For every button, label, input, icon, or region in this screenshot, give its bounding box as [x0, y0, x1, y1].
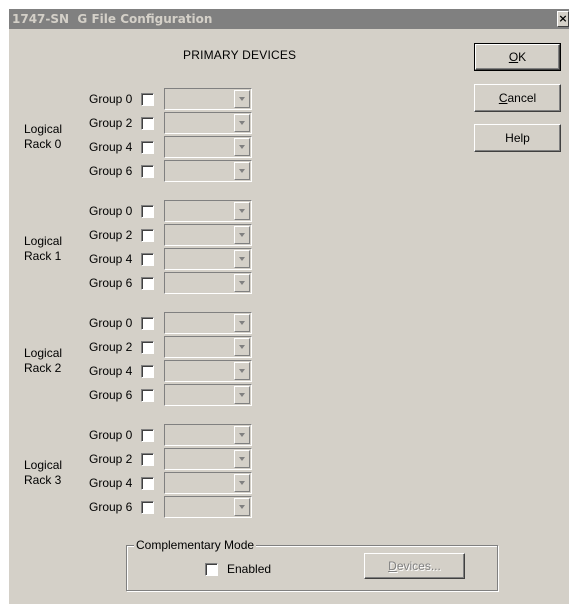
chevron-down-icon[interactable]	[234, 162, 250, 180]
group-label[interactable]: Group 0	[89, 204, 132, 218]
device-combobox-rack2-g2[interactable]	[164, 360, 252, 382]
group-label[interactable]: Group 2	[89, 228, 132, 242]
chevron-down-icon[interactable]	[234, 274, 250, 292]
group-label[interactable]: Group 4	[89, 476, 132, 490]
chevron-down-icon[interactable]	[234, 114, 250, 132]
group-label[interactable]: Group 4	[89, 252, 132, 266]
chevron-down-icon[interactable]	[234, 426, 250, 444]
chevron-down-icon[interactable]	[234, 90, 250, 108]
rack-label-1: Logical Rack 1	[24, 234, 74, 264]
cancel-label: ancel	[507, 91, 537, 105]
group-label[interactable]: Group 6	[89, 276, 132, 290]
device-combobox-rack0-g3[interactable]	[164, 160, 252, 182]
rack-label-line1: Logical	[24, 346, 63, 360]
group-checkbox-rack2-g1[interactable]	[141, 341, 154, 354]
group-label[interactable]: Group 0	[89, 316, 132, 330]
group-checkbox-rack3-g0[interactable]	[141, 429, 154, 442]
chevron-down-icon[interactable]	[234, 338, 250, 356]
chevron-down-icon[interactable]	[234, 202, 250, 220]
rack-label-line1: Logical	[24, 122, 63, 136]
rack-label-line1: Logical	[24, 458, 63, 472]
rack-label-line2: Rack 2	[24, 361, 62, 375]
rack-label-0: Logical Rack 0	[24, 122, 74, 152]
device-combobox-rack1-g2[interactable]	[164, 248, 252, 270]
device-combobox-rack1-g1[interactable]	[164, 224, 252, 246]
device-combobox-rack2-g1[interactable]	[164, 336, 252, 358]
window-title: 1747-SN G File Configuration	[12, 12, 213, 26]
group-label[interactable]: Group 6	[89, 500, 132, 514]
group-checkbox-rack0-g3[interactable]	[141, 165, 154, 178]
rack-label-line2: Rack 1	[24, 249, 62, 263]
ok-button[interactable]: OK	[474, 43, 561, 71]
complementary-mode-legend: Complementary Mode	[134, 538, 257, 552]
group-label[interactable]: Group 2	[89, 116, 132, 130]
chevron-down-icon[interactable]	[234, 226, 250, 244]
group-label[interactable]: Group 4	[89, 364, 132, 378]
group-label[interactable]: Group 2	[89, 452, 132, 466]
enabled-label[interactable]: Enabled	[227, 562, 271, 576]
device-combobox-rack3-g2[interactable]	[164, 472, 252, 494]
device-combobox-rack3-g3[interactable]	[164, 496, 252, 518]
group-checkbox-rack0-g0[interactable]	[141, 93, 154, 106]
chevron-down-icon[interactable]	[234, 474, 250, 492]
cancel-button[interactable]: Cancel	[474, 84, 561, 112]
rack-label-3: Logical Rack 3	[24, 458, 74, 488]
group-checkbox-rack2-g0[interactable]	[141, 317, 154, 330]
devices-mnemonic: D	[388, 559, 397, 573]
chevron-down-icon[interactable]	[234, 138, 250, 156]
primary-devices-heading: PRIMARY DEVICES	[183, 48, 297, 62]
device-combobox-rack0-g2[interactable]	[164, 136, 252, 158]
group-label[interactable]: Group 6	[89, 388, 132, 402]
help-button[interactable]: Help	[474, 124, 561, 152]
group-checkbox-rack1-g0[interactable]	[141, 205, 154, 218]
group-checkbox-rack1-g3[interactable]	[141, 277, 154, 290]
device-combobox-rack0-g0[interactable]	[164, 88, 252, 110]
enabled-checkbox[interactable]	[205, 563, 218, 576]
rack-label-line2: Rack 0	[24, 137, 62, 151]
group-label[interactable]: Group 2	[89, 340, 132, 354]
ok-label: K	[518, 50, 527, 64]
group-checkbox-rack2-g3[interactable]	[141, 389, 154, 402]
chevron-down-icon[interactable]	[234, 314, 250, 332]
chevron-down-icon[interactable]	[234, 250, 250, 268]
group-label[interactable]: Group 6	[89, 164, 132, 178]
close-icon[interactable]: ×	[557, 11, 569, 27]
title-bar[interactable]: 1747-SN G File Configuration	[9, 9, 569, 29]
chevron-down-icon[interactable]	[234, 362, 250, 380]
device-combobox-rack1-g3[interactable]	[164, 272, 252, 294]
group-checkbox-rack1-g2[interactable]	[141, 253, 154, 266]
device-combobox-rack3-g0[interactable]	[164, 424, 252, 446]
group-label[interactable]: Group 0	[89, 92, 132, 106]
group-label[interactable]: Group 4	[89, 140, 132, 154]
group-checkbox-rack0-g1[interactable]	[141, 117, 154, 130]
device-combobox-rack2-g3[interactable]	[164, 384, 252, 406]
group-checkbox-rack3-g1[interactable]	[141, 453, 154, 466]
devices-button[interactable]: Devices...	[364, 553, 465, 579]
chevron-down-icon[interactable]	[234, 386, 250, 404]
devices-label: evices...	[396, 559, 441, 573]
ok-mnemonic: O	[508, 50, 519, 64]
group-checkbox-rack3-g3[interactable]	[141, 501, 154, 514]
device-combobox-rack0-g1[interactable]	[164, 112, 252, 134]
rack-label-line1: Logical	[24, 234, 63, 248]
chevron-down-icon[interactable]	[234, 498, 250, 516]
rack-label-2: Logical Rack 2	[24, 346, 74, 376]
device-combobox-rack3-g1[interactable]	[164, 448, 252, 470]
group-checkbox-rack2-g2[interactable]	[141, 365, 154, 378]
rack-label-line2: Rack 3	[24, 473, 62, 487]
chevron-down-icon[interactable]	[234, 450, 250, 468]
device-combobox-rack1-g0[interactable]	[164, 200, 252, 222]
group-checkbox-rack1-g1[interactable]	[141, 229, 154, 242]
device-combobox-rack2-g0[interactable]	[164, 312, 252, 334]
group-checkbox-rack0-g2[interactable]	[141, 141, 154, 154]
group-label[interactable]: Group 0	[89, 428, 132, 442]
group-checkbox-rack3-g2[interactable]	[141, 477, 154, 490]
